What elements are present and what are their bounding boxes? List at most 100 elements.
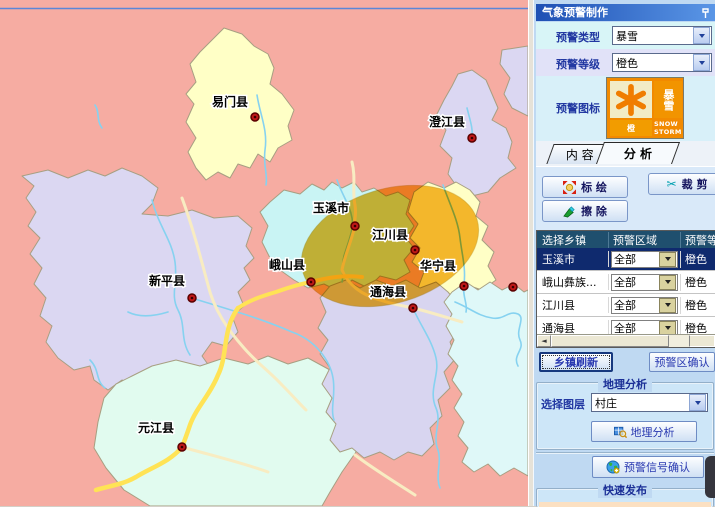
table-row[interactable]: 玉溪市 全部 橙色: [537, 248, 715, 271]
tab-strip: 内 容 分 析: [536, 141, 715, 167]
snowflake-icon: [610, 81, 652, 118]
row-level: 橙色: [681, 251, 715, 267]
scroll-left-icon[interactable]: ◄: [537, 335, 551, 347]
table-header: 选择乡镇 预警区域 预警等级: [537, 231, 715, 248]
snow-storm-warning-icon: 暴雪 橙 SNOW STORM: [606, 77, 684, 139]
quick-release-group-label: 快速发布: [598, 482, 652, 498]
warning-panel: 气象预警制作 预警类型 暴雪 预警等级 橙色 预警图标: [533, 0, 715, 506]
city-marker-icon: [409, 304, 417, 312]
warning-icon-corner: 橙: [610, 120, 652, 136]
county-label: 华宁县: [420, 258, 456, 273]
warning-type-value: 暴雪: [613, 28, 692, 44]
township-refresh-label: 乡镇刷新: [554, 354, 598, 370]
city-marker-icon: [307, 278, 315, 286]
divider: [536, 452, 714, 453]
chevron-down-icon[interactable]: [693, 54, 710, 71]
analysis-tools: 标 绘 ✂ 裁 剪 擦 除: [536, 166, 715, 231]
township-table: 选择乡镇 预警区域 预警等级 玉溪市 全部 橙色 峨山彝族... 全部 橙色 江…: [536, 230, 715, 348]
panel-title: 气象预警制作: [542, 6, 608, 19]
warning-level-select[interactable]: 橙色: [612, 53, 712, 72]
warning-level-row: 预警等级 橙色: [536, 49, 715, 76]
table-row[interactable]: 峨山彝族... 全部 橙色: [537, 271, 715, 294]
plot-label: 标 绘: [581, 179, 607, 195]
county-label: 玉溪市: [313, 200, 349, 215]
table-row[interactable]: 江川县 全部 橙色: [537, 294, 715, 317]
region-yuanjiang[interactable]: [94, 356, 356, 506]
city-marker-icon: [351, 222, 359, 230]
row-town: 玉溪市: [537, 251, 609, 267]
warning-level-value: 橙色: [613, 55, 692, 71]
row-level: 橙色: [681, 274, 715, 290]
county-label: 通海县: [370, 284, 406, 299]
geo-analysis-button-label: 地理分析: [631, 424, 675, 440]
quick-release-content: [539, 502, 711, 507]
quick-release-group: 快速发布: [536, 488, 714, 507]
county-label: 元江县: [138, 420, 174, 435]
cut-label: 裁 剪: [682, 176, 708, 192]
area-select[interactable]: 全部: [611, 251, 678, 268]
chevron-down-icon[interactable]: [693, 27, 710, 44]
area-select[interactable]: 全部: [611, 274, 678, 291]
warning-icon-subtitle: SNOW STORM: [654, 120, 682, 136]
table-hscrollbar[interactable]: ◄: [537, 334, 715, 347]
geo-analysis-button[interactable]: 地理分析: [591, 421, 697, 442]
scrollbar-right-segment[interactable]: [689, 335, 715, 347]
layer-select-label: 选择图层: [541, 396, 585, 412]
globe-icon: [606, 460, 620, 474]
city-marker-icon: [411, 246, 419, 254]
city-marker-icon: [178, 443, 186, 451]
plot-button[interactable]: 标 绘: [542, 176, 628, 198]
warning-icon-text: 暴雪: [654, 81, 682, 118]
geo-analysis-group-label: 地理分析: [598, 376, 652, 392]
erase-button[interactable]: 擦 除: [542, 200, 628, 222]
plot-icon: [563, 181, 576, 194]
area-select[interactable]: 全部: [611, 297, 678, 314]
erase-label: 擦 除: [581, 203, 607, 219]
warning-type-label: 预警类型: [556, 29, 600, 45]
chevron-down-icon[interactable]: [659, 252, 676, 267]
area-value: 全部: [612, 297, 659, 313]
area-value: 全部: [612, 274, 659, 290]
tab-analysis-label: 分 析: [624, 145, 652, 162]
header-area: 预警区域: [609, 232, 681, 248]
warning-type-select[interactable]: 暴雪: [612, 26, 712, 45]
scrollbar-thumb[interactable]: [551, 335, 669, 347]
warning-level-label: 预警等级: [556, 56, 600, 72]
panel-titlebar[interactable]: 气象预警制作: [536, 4, 715, 21]
city-marker-icon: [188, 294, 196, 302]
township-refresh-button[interactable]: 乡镇刷新: [539, 352, 613, 372]
row-level: 橙色: [681, 297, 715, 313]
geo-analysis-group: 地理分析 选择图层 村庄 地理分析: [536, 382, 714, 450]
county-label: 峨山县: [269, 257, 305, 272]
header-town: 选择乡镇: [537, 232, 609, 248]
city-marker-icon: [509, 283, 517, 291]
cut-button[interactable]: ✂ 裁 剪: [648, 173, 715, 195]
tab-content-label: 内 容: [566, 146, 594, 163]
warning-signal-confirm-button[interactable]: 预警信号确认: [592, 456, 704, 478]
county-label: 江川县: [372, 227, 408, 242]
panel-scrollbar-thumb[interactable]: [705, 456, 715, 498]
chevron-down-icon[interactable]: [689, 394, 706, 411]
city-marker-icon: [251, 113, 259, 121]
chevron-down-icon[interactable]: [659, 275, 676, 290]
row-town: 江川县: [537, 297, 609, 313]
warning-signal-confirm-label: 预警信号确认: [624, 459, 690, 475]
county-label: 新平县: [149, 273, 185, 288]
warning-area-confirm-button[interactable]: 预警区确认: [649, 352, 715, 372]
warning-type-row: 预警类型 暴雪: [536, 22, 715, 49]
city-marker-icon: [468, 134, 476, 142]
eraser-icon: [563, 205, 576, 218]
warning-icon-row: 预警图标 暴雪 橙 SNOW STORM: [536, 76, 715, 141]
layer-select[interactable]: 村庄: [591, 393, 708, 412]
chevron-down-icon[interactable]: [659, 298, 676, 313]
city-marker-icon: [460, 282, 468, 290]
county-label: 澄江县: [429, 114, 465, 129]
geo-analysis-icon: [614, 425, 627, 438]
tab-analysis[interactable]: 分 析: [596, 142, 680, 164]
area-value: 全部: [612, 251, 659, 267]
row-town: 峨山彝族...: [537, 274, 609, 290]
warning-icon-label: 预警图标: [556, 100, 600, 116]
scissors-icon: ✂: [667, 177, 677, 191]
map-canvas[interactable]: 易门县 澄江县 玉溪市 江川县 华宁县 通海县 峨山县 新平县 元江县: [0, 0, 528, 506]
layer-value: 村庄: [592, 395, 688, 411]
